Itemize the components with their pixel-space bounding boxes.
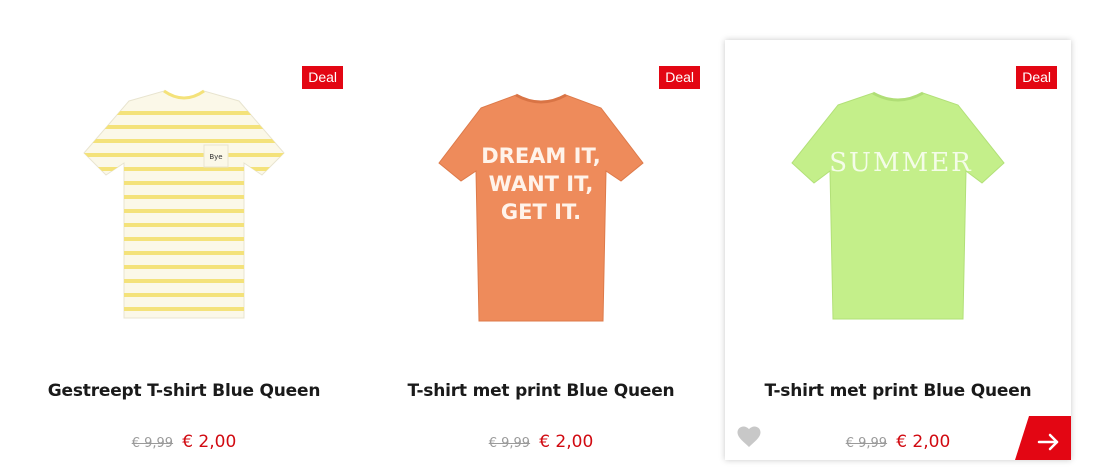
new-price: € 2,00 (539, 432, 594, 452)
new-price: € 2,00 (896, 432, 951, 452)
svg-text:Bye: Bye (209, 153, 222, 161)
print-line: GET IT. (501, 200, 581, 224)
product-image[interactable]: DREAM IT, WANT IT, GET IT. (368, 78, 714, 338)
product-image[interactable]: SUMMER (725, 78, 1071, 338)
product-title[interactable]: T-shirt met print Blue Queen (368, 381, 714, 401)
product-title[interactable]: T-shirt met print Blue Queen (725, 381, 1071, 401)
new-price: € 2,00 (182, 432, 237, 452)
product-card[interactable]: Deal Bye Gestreept T-shirt Blue Queen € … (11, 40, 357, 460)
green-tshirt-image: SUMMER (791, 91, 1005, 320)
striped-tshirt-image: Bye (83, 89, 285, 319)
orange-tshirt-image: DREAM IT, WANT IT, GET IT. (438, 93, 644, 322)
old-price: € 9,99 (845, 436, 888, 451)
price: € 9,99 € 2,00 (368, 432, 714, 452)
old-price: € 9,99 (488, 436, 531, 451)
product-image[interactable]: Bye (11, 78, 357, 338)
price: € 9,99 € 2,00 (11, 432, 357, 452)
product-title[interactable]: Gestreept T-shirt Blue Queen (11, 381, 357, 401)
product-card[interactable]: Deal SUMMER T-shirt met print Blue Queen… (725, 40, 1071, 460)
print-line: WANT IT, (489, 172, 594, 196)
go-to-product-button[interactable] (1015, 416, 1071, 460)
heart-icon[interactable] (737, 426, 761, 448)
old-price: € 9,99 (131, 436, 174, 451)
product-card[interactable]: Deal DREAM IT, WANT IT, GET IT. T-shirt … (368, 40, 714, 460)
print-line: DREAM IT, (481, 144, 601, 168)
print-text: SUMMER (829, 148, 973, 178)
